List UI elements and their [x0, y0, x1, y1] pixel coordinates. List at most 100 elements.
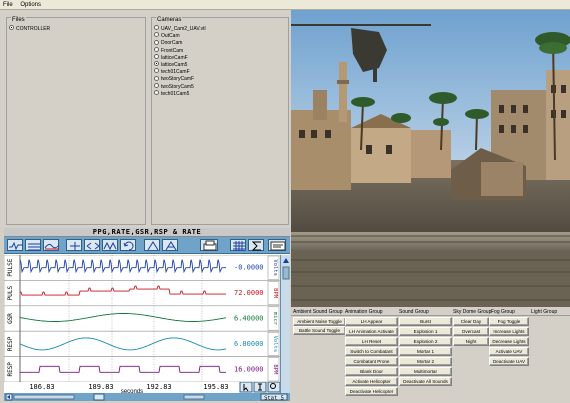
sky-dome-button[interactable]: Night — [453, 337, 489, 346]
sound-button[interactable]: Multimortar — [399, 367, 452, 376]
radio-file[interactable]: CONTROLLER — [9, 25, 51, 33]
autoscale-icon[interactable] — [102, 239, 118, 251]
channel-unit: Volts — [272, 336, 278, 353]
sound-button[interactable]: Mortar 2 — [399, 357, 452, 366]
radio-circle-icon — [154, 68, 159, 74]
files-title: Files — [11, 17, 26, 24]
sky-dome-button[interactable]: Overcast — [453, 327, 489, 336]
channel-name: RESP — [7, 336, 14, 351]
radio-circle-icon — [9, 25, 14, 31]
pointer-tool-icon — [239, 381, 253, 393]
overlay-view-icon[interactable] — [43, 239, 60, 251]
radio-label: DoorCam — [161, 40, 183, 47]
radio-camera[interactable]: OutCam — [154, 32, 180, 40]
fog-light-button[interactable]: Deactivate UAV — [489, 357, 529, 366]
time-tick-label: 189.83 — [88, 383, 113, 391]
radio-label: twoStoryCam5 — [161, 83, 194, 90]
ambient-noise-toggle-button[interactable]: Ambient Noise Toggle — [293, 317, 346, 326]
time-tick-label: 195.83 — [203, 383, 228, 391]
print-icon[interactable] — [200, 239, 218, 251]
sound-button[interactable]: Burst — [399, 317, 452, 326]
marker-icon[interactable] — [144, 239, 160, 251]
channel-unit: BPM — [272, 288, 278, 299]
stacked-view-icon[interactable] — [25, 239, 41, 251]
channel-value: 6.40000 — [234, 315, 264, 323]
channel-value: 6.80000 — [234, 340, 264, 348]
channel-value: 16.0000 — [234, 365, 264, 373]
physio-monitor: PPG,RATE,GSR,RSP & RATE PULSE -0.0000 Volt… — [4, 228, 290, 402]
radio-camera[interactable]: tech01Cam5 — [154, 89, 190, 98]
channel-value: 72.0000 — [234, 289, 264, 297]
time-tick-label: 186.83 — [29, 383, 54, 391]
waveform-plot: PULSE -0.0000 Volts PULS 72.0000 BPM GSR 6.4000… — [4, 255, 290, 382]
fog-light-button[interactable]: Fog Toggle — [489, 317, 529, 326]
channel-name: RESP — [7, 362, 14, 377]
sum-icon[interactable] — [248, 239, 264, 251]
sound-button[interactable]: Mortar 1 — [399, 347, 452, 356]
menu-file[interactable]: File — [0, 0, 16, 10]
radio-label: CONTROLLER — [16, 26, 51, 32]
channel-setup-icon[interactable] — [268, 239, 286, 251]
animation-button[interactable]: Combatant Prone — [345, 357, 398, 366]
battle-sound-toggle-button[interactable]: Battle Sound Toggle — [293, 326, 346, 335]
menu-bar: File Options — [0, 0, 570, 10]
radio-camera[interactable]: UAV_Cam2_UAV.vtl — [154, 25, 206, 33]
radio-camera[interactable]: latticeCamF — [154, 53, 188, 62]
waveform-view-icon[interactable] — [7, 239, 23, 251]
status-label: Stat 5 — [264, 396, 284, 402]
scene-viewport[interactable] — [291, 10, 570, 307]
channel-unit: micr — [272, 312, 278, 326]
radio-label: OutCam — [161, 33, 180, 40]
cameras-group: Cameras UAV_Cam2_UAV.vtl OutCam DoorCam Fro… — [151, 17, 289, 225]
zoom-in-time-icon[interactable] — [66, 239, 82, 251]
channel-unit: Volts — [272, 259, 278, 276]
radio-label: latticeCamF — [161, 54, 188, 61]
vertical-scrollbar[interactable] — [280, 255, 290, 401]
radio-label: tech01Cam5 — [161, 90, 190, 97]
fog-light-button[interactable]: Increase Lights — [489, 327, 529, 336]
radio-camera[interactable]: twoStoryCamF — [154, 75, 194, 83]
radio-circle-icon — [154, 89, 159, 95]
sound-button[interactable]: Explosion 1 — [399, 327, 452, 336]
left-panel: Files CONTROLLER Cameras UAV_Cam2_UAV.vt… — [4, 10, 290, 402]
radio-label: tech01CamF — [161, 69, 190, 76]
radio-circle-icon — [154, 61, 159, 67]
fog-light-button[interactable]: Activate UAV — [489, 347, 529, 356]
radio-circle-icon — [154, 53, 159, 59]
radio-circle-icon — [154, 46, 159, 52]
monitor-title: PPG,RATE,GSR,RSP & RATE — [4, 228, 290, 237]
radio-label: FrontCam — [161, 47, 184, 54]
cameras-title: Cameras — [156, 17, 183, 24]
animation-button[interactable]: LH Appear — [345, 317, 398, 326]
sky-dome-button[interactable]: Clear Day — [453, 317, 489, 326]
radio-camera[interactable]: FrontCam — [154, 46, 184, 55]
menu-options[interactable]: Options — [17, 0, 44, 10]
radio-label: latticeCam5 — [161, 62, 188, 68]
animation-button[interactable]: Activate Helicopter — [345, 377, 398, 386]
animation-button[interactable]: Switch to Combatant — [345, 347, 398, 356]
zoom-out-time-icon[interactable] — [84, 239, 100, 251]
sound-button[interactable]: Explosion 2 — [399, 337, 452, 346]
channel-name: PULSE — [7, 258, 14, 276]
animation-button[interactable]: Blank Door — [345, 367, 398, 376]
channel-unit: BPM — [272, 364, 278, 375]
fog-light-button[interactable]: Decrease Lights — [489, 337, 529, 346]
radio-circle-icon — [154, 82, 159, 88]
event-marker-icon[interactable] — [162, 239, 178, 251]
radio-circle-icon — [154, 25, 159, 31]
radio-camera[interactable]: DoorCam — [154, 39, 183, 47]
grid-icon[interactable] — [230, 239, 246, 251]
sound-button[interactable]: Deactivate All Sounds — [399, 377, 452, 386]
animation-button[interactable]: Deactivate Helicopter — [345, 387, 398, 396]
animation-button[interactable]: LH Reset — [345, 337, 398, 346]
radio-circle-icon — [154, 75, 159, 81]
radio-camera[interactable]: latticeCam5 — [154, 61, 188, 69]
channel-name: PULS — [7, 285, 14, 300]
group-separator — [291, 315, 570, 316]
radio-camera[interactable]: tech01CamF — [154, 68, 190, 76]
radio-circle-icon — [154, 39, 159, 45]
radio-camera[interactable]: twoStoryCam5 — [154, 82, 194, 91]
animation-button[interactable]: LH Animation Activate — [345, 327, 398, 336]
refresh-icon[interactable] — [120, 239, 136, 251]
files-group: Files CONTROLLER — [6, 17, 146, 225]
